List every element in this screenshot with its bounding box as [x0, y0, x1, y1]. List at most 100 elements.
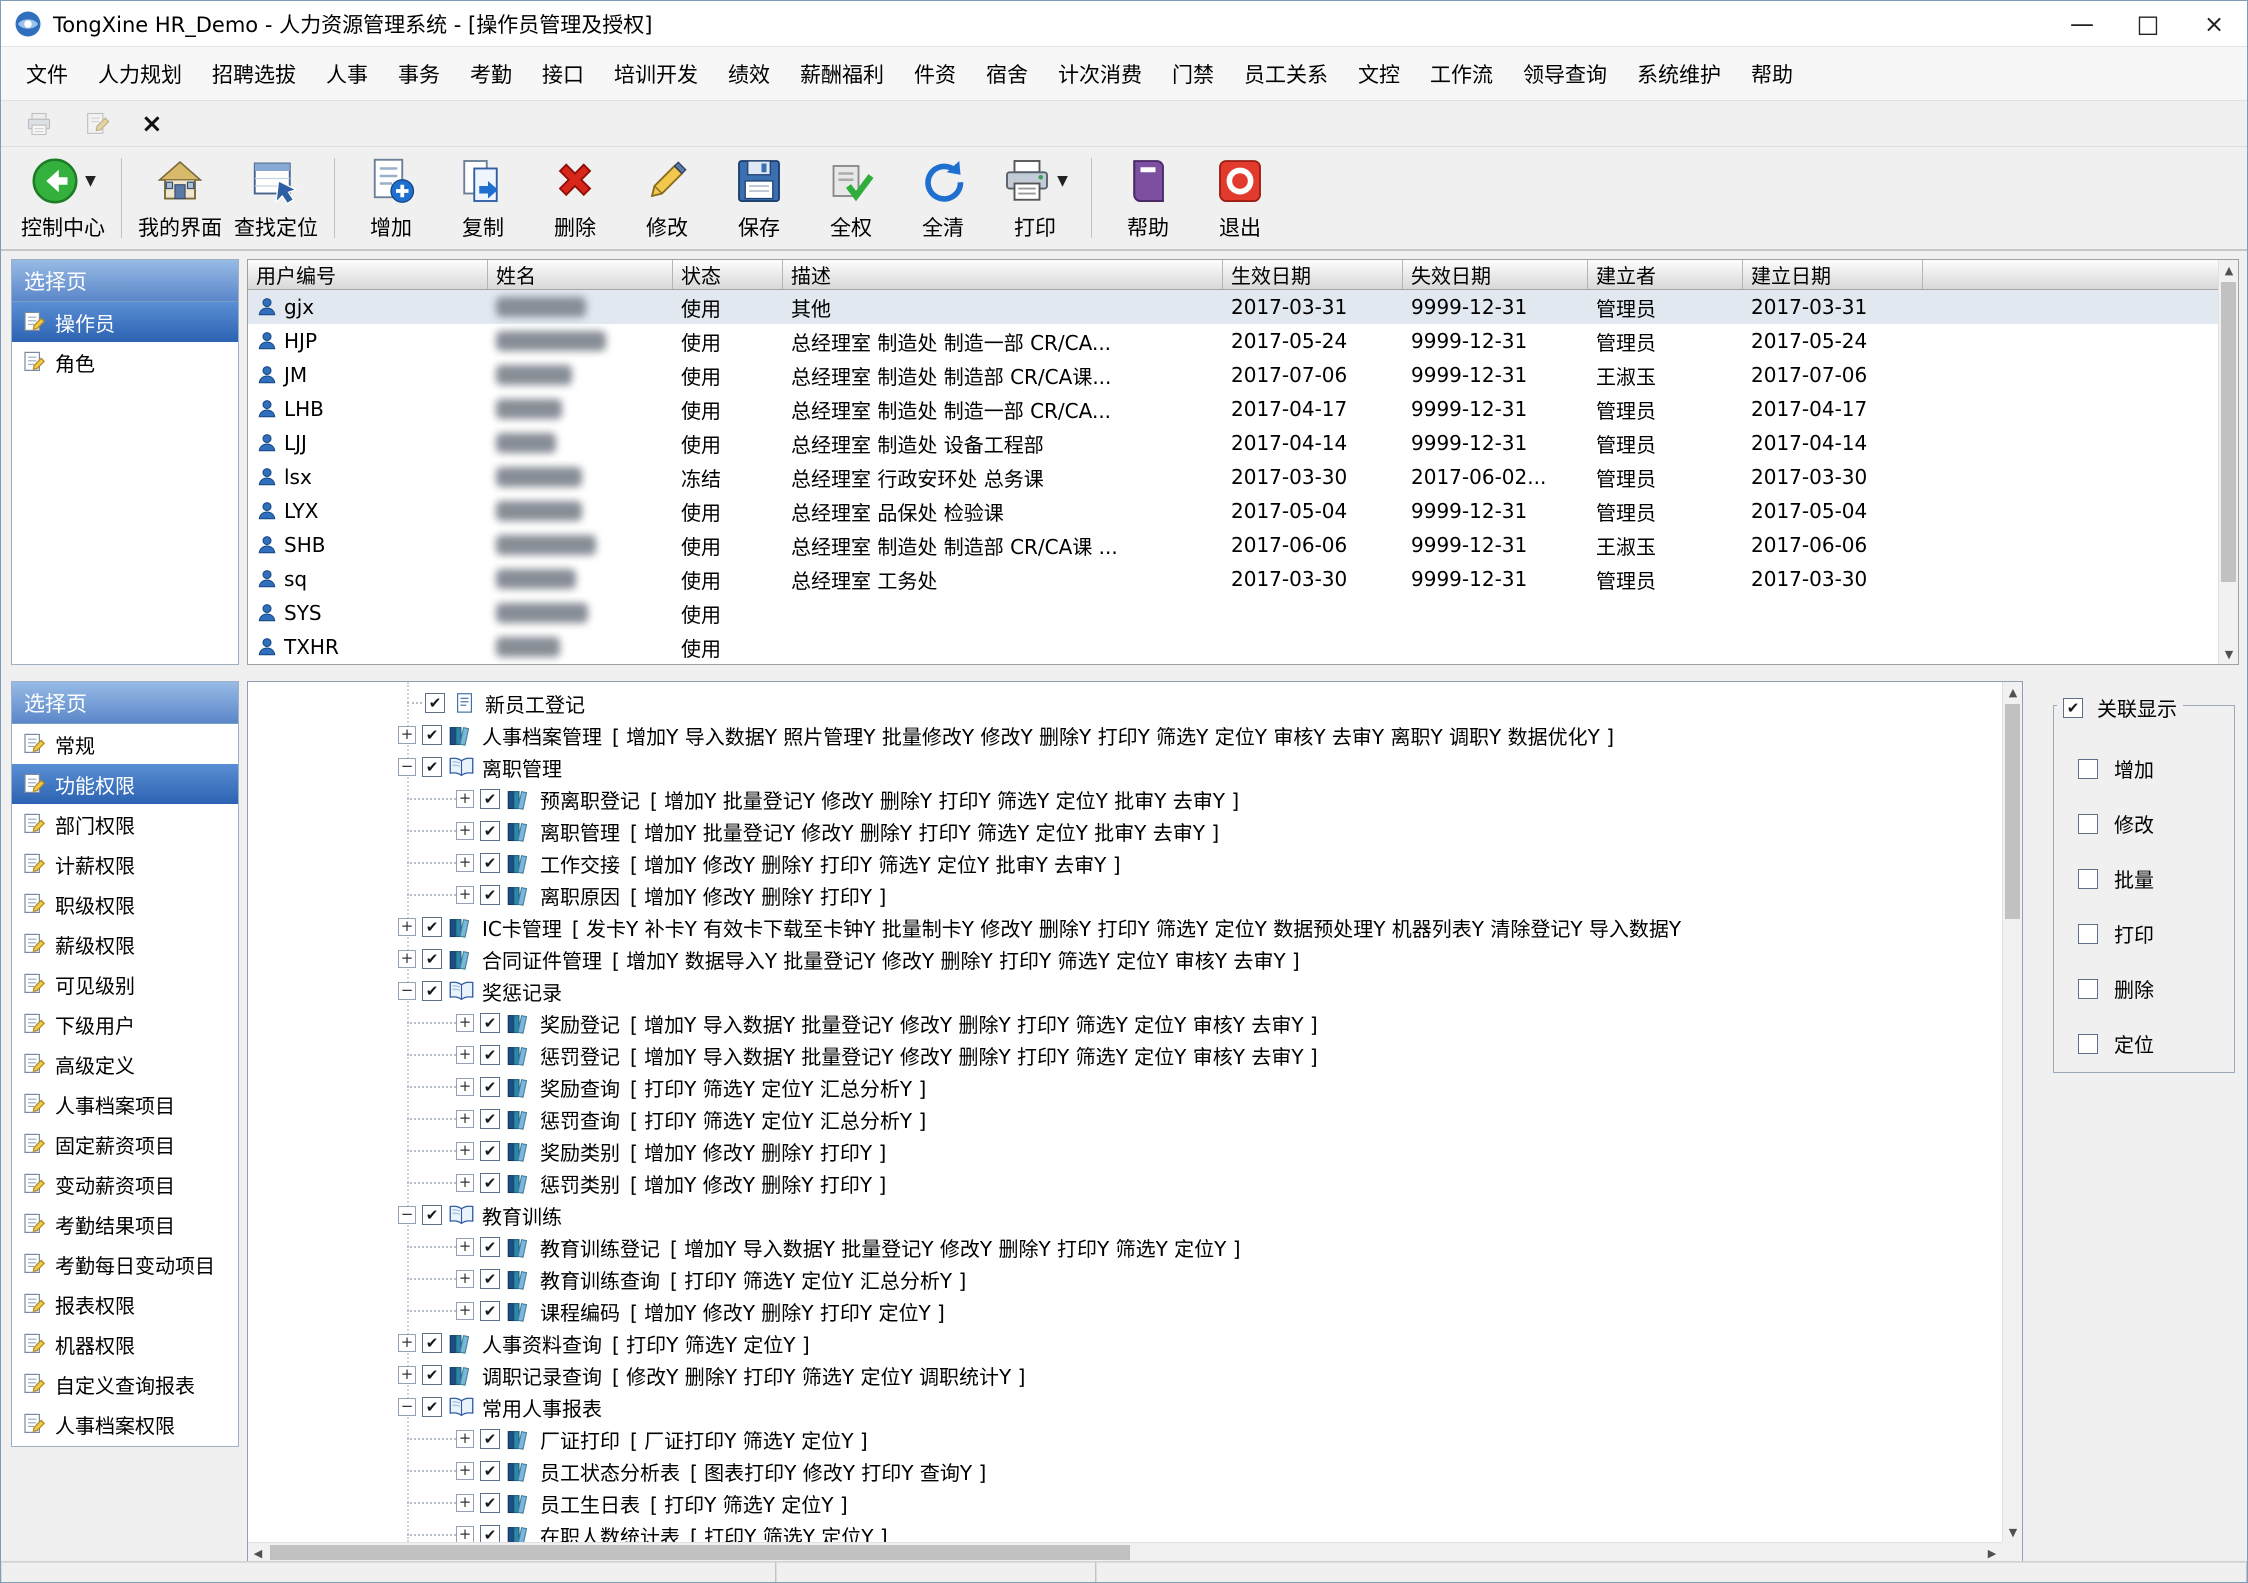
expand-icon[interactable]: +: [398, 726, 416, 744]
menu-item[interactable]: 员工关系: [1229, 47, 1343, 100]
tree-item-label[interactable]: 奖励查询: [540, 1073, 620, 1102]
tree-item-label[interactable]: 合同证件管理: [482, 945, 602, 974]
selector-item[interactable]: 机器权限: [12, 1324, 238, 1364]
tree-item-label[interactable]: IC卡管理: [482, 913, 562, 942]
checkbox[interactable]: ✔: [480, 853, 500, 873]
menu-item[interactable]: 薪酬福利: [785, 47, 899, 100]
checkbox[interactable]: ✔: [480, 1045, 500, 1065]
expand-icon[interactable]: +: [456, 886, 474, 904]
tree-item-label[interactable]: 教育训练查询: [540, 1265, 660, 1294]
checkbox[interactable]: ✔: [480, 821, 500, 841]
column-header[interactable]: 建立日期: [1743, 260, 1923, 289]
tree-item-label[interactable]: 奖励类别: [540, 1137, 620, 1166]
tree-item-label[interactable]: 课程编码: [540, 1297, 620, 1326]
menu-item[interactable]: 绩效: [713, 47, 785, 100]
print-preview-icon[interactable]: [25, 110, 53, 138]
selector-item[interactable]: 操作员: [12, 302, 238, 342]
checkbox[interactable]: ✔: [480, 1173, 500, 1193]
expand-icon[interactable]: +: [398, 1366, 416, 1384]
scroll-right-icon[interactable]: ▶: [1982, 1543, 2002, 1563]
expand-icon[interactable]: +: [456, 1174, 474, 1192]
tree-item-label[interactable]: 离职管理: [482, 753, 562, 782]
table-row[interactable]: gjx使用其他2017-03-319999-12-31管理员2017-03-31: [248, 290, 2238, 324]
expand-icon[interactable]: +: [456, 1078, 474, 1096]
checkbox[interactable]: ✔: [480, 1525, 500, 1542]
expand-icon[interactable]: +: [456, 822, 474, 840]
scroll-up-icon[interactable]: ▲: [2219, 260, 2239, 280]
table-row[interactable]: LJJ使用总经理室 制造处 设备工程部2017-04-149999-12-31管…: [248, 426, 2238, 460]
checkbox[interactable]: ✔: [480, 1141, 500, 1161]
toolbar-button[interactable]: 查找定位: [228, 150, 324, 246]
related-option[interactable]: 打印: [2078, 919, 2234, 948]
tree-item-label[interactable]: 厂证打印: [540, 1425, 620, 1454]
table-row[interactable]: lsx冻结总经理室 行政安环处 总务课2017-03-302017-06-02.…: [248, 460, 2238, 494]
tree-item-label[interactable]: 离职原因: [540, 881, 620, 910]
menu-item[interactable]: 考勤: [455, 47, 527, 100]
checkbox[interactable]: ✔: [422, 1365, 442, 1385]
tree-vertical-scrollbar[interactable]: ▲ ▼: [2002, 682, 2022, 1562]
tree-horizontal-scrollbar[interactable]: ◀ ▶: [248, 1542, 2002, 1562]
expand-icon[interactable]: +: [456, 1430, 474, 1448]
related-option[interactable]: 修改: [2078, 809, 2234, 838]
dropdown-arrow-icon[interactable]: ▼: [85, 173, 96, 189]
tree-item-label[interactable]: 新员工登记: [485, 689, 585, 718]
checkbox[interactable]: ✔: [425, 693, 445, 713]
tree-item-label[interactable]: 奖励登记: [540, 1009, 620, 1038]
column-header[interactable]: 失效日期: [1403, 260, 1588, 289]
collapse-icon[interactable]: −: [398, 758, 416, 776]
table-row[interactable]: SHB使用总经理室 制造处 制造部 CR/CA课 ...2017-06-0699…: [248, 528, 2238, 562]
minimize-button[interactable]: —: [2049, 1, 2115, 46]
expand-icon[interactable]: +: [456, 790, 474, 808]
checkbox[interactable]: [2078, 759, 2098, 779]
table-row[interactable]: JM使用总经理室 制造处 制造部 CR/CA课...2017-07-069999…: [248, 358, 2238, 392]
toolbar-button[interactable]: ▼控制中心: [15, 150, 111, 246]
menu-item[interactable]: 接口: [527, 47, 599, 100]
tree-item-label[interactable]: 员工状态分析表: [540, 1457, 680, 1486]
checkbox[interactable]: ✔: [480, 1461, 500, 1481]
related-option[interactable]: 定位: [2078, 1029, 2234, 1058]
tree-item-label[interactable]: 工作交接: [540, 849, 620, 878]
dropdown-arrow-icon[interactable]: ▼: [1057, 173, 1068, 189]
expand-icon[interactable]: +: [456, 1302, 474, 1320]
selector-item[interactable]: 角色: [12, 342, 238, 382]
collapse-icon[interactable]: −: [398, 982, 416, 1000]
expand-icon[interactable]: +: [456, 1142, 474, 1160]
menu-item[interactable]: 文控: [1343, 47, 1415, 100]
tree-item-label[interactable]: 预离职登记: [540, 785, 640, 814]
selector-item[interactable]: 自定义查询报表: [12, 1364, 238, 1404]
column-header[interactable]: 用户编号: [248, 260, 488, 289]
checkbox[interactable]: ✔: [480, 1269, 500, 1289]
related-option[interactable]: 批量: [2078, 864, 2234, 893]
menu-item[interactable]: 系统维护: [1622, 47, 1736, 100]
menu-item[interactable]: 领导查询: [1508, 47, 1622, 100]
table-row[interactable]: sq使用总经理室 工务处2017-03-309999-12-31管理员2017-…: [248, 562, 2238, 596]
column-header[interactable]: 状态: [673, 260, 783, 289]
checkbox[interactable]: ✔: [422, 1333, 442, 1353]
column-header[interactable]: 建立者: [1588, 260, 1743, 289]
checkbox[interactable]: [2078, 869, 2098, 889]
expand-icon[interactable]: +: [456, 1110, 474, 1128]
collapse-icon[interactable]: −: [398, 1206, 416, 1224]
table-row[interactable]: LYX使用总经理室 品保处 检验课2017-05-049999-12-31管理员…: [248, 494, 2238, 528]
checkbox[interactable]: [2078, 979, 2098, 999]
scrollbar-thumb[interactable]: [2221, 282, 2236, 582]
toolbar-button[interactable]: 保存: [713, 150, 805, 246]
checkbox[interactable]: ✔: [480, 1493, 500, 1513]
selector-item[interactable]: 计薪权限: [12, 844, 238, 884]
checkbox[interactable]: ✔: [480, 1429, 500, 1449]
selector-item[interactable]: 报表权限: [12, 1284, 238, 1324]
checkbox[interactable]: ✔: [480, 789, 500, 809]
selector-item[interactable]: 高级定义: [12, 1044, 238, 1084]
expand-icon[interactable]: +: [398, 1334, 416, 1352]
selector-item[interactable]: 薪级权限: [12, 924, 238, 964]
menu-item[interactable]: 件资: [899, 47, 971, 100]
expand-icon[interactable]: +: [456, 1526, 474, 1542]
related-option[interactable]: 增加: [2078, 754, 2234, 783]
tree-item-label[interactable]: 调职记录查询: [482, 1361, 602, 1390]
scroll-down-icon[interactable]: ▼: [2219, 644, 2239, 664]
selector-item[interactable]: 功能权限: [12, 764, 238, 804]
menu-item[interactable]: 培训开发: [599, 47, 713, 100]
menu-item[interactable]: 工作流: [1415, 47, 1508, 100]
tree-item-label[interactable]: 员工生日表: [540, 1489, 640, 1518]
tree-item-label[interactable]: 教育训练: [482, 1201, 562, 1230]
